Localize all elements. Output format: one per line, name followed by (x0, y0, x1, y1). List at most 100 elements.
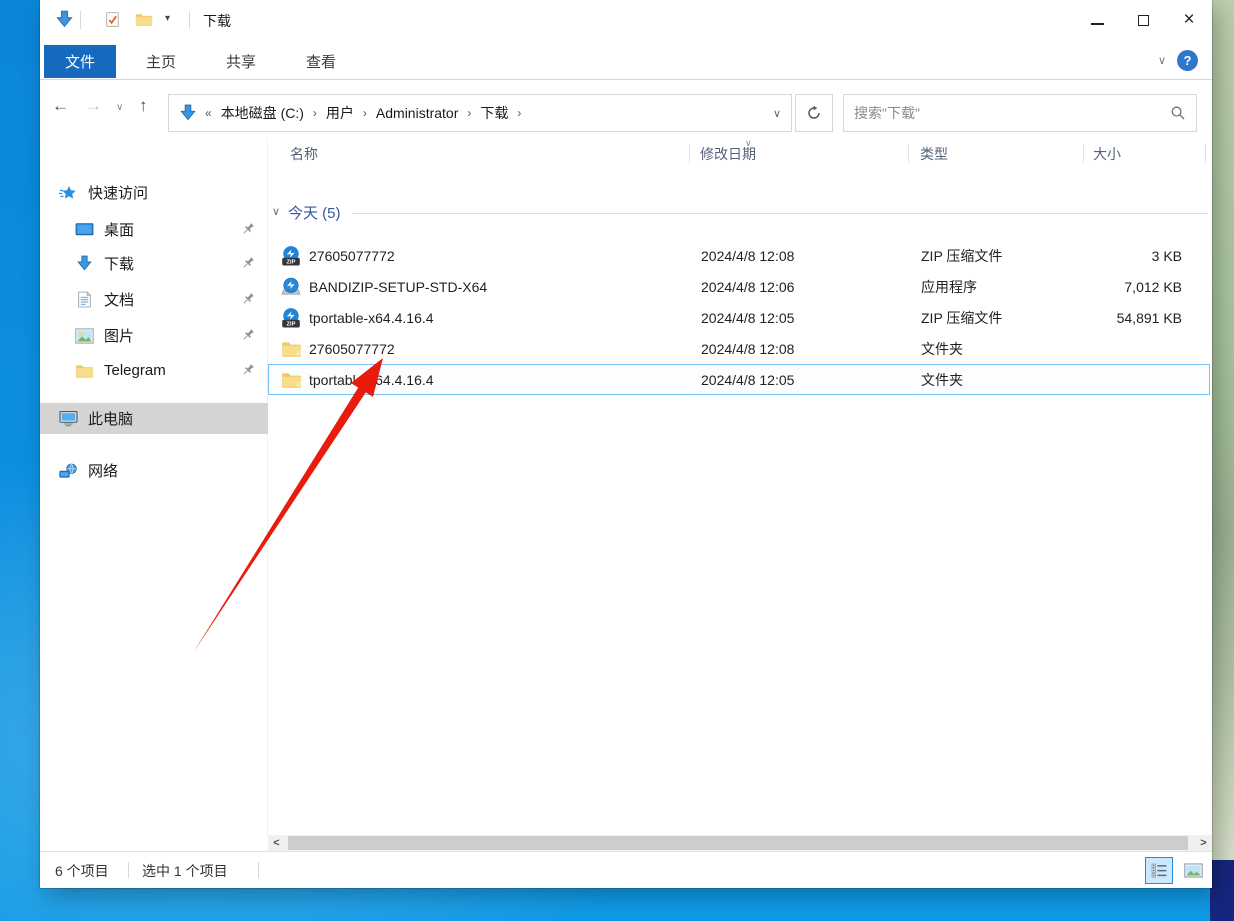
help-icon[interactable]: ? (1177, 50, 1198, 71)
search-box[interactable] (843, 94, 1197, 132)
sidebar-item-documents[interactable]: 文档 (40, 284, 268, 315)
breadcrumb-overflow-icon[interactable]: « (205, 106, 212, 120)
scroll-left-icon[interactable]: < (268, 835, 285, 851)
new-folder-icon[interactable] (134, 9, 154, 29)
file-name[interactable]: 27605077772 (309, 334, 687, 363)
breadcrumb-segment-drive[interactable]: 本地磁盘 (C:) (221, 103, 304, 123)
address-dropdown-icon[interactable]: ∨ (773, 107, 781, 120)
desktop-background: ▾ 下载 × 文件 主页 共享 查看 ∨ ? ← → ∨ ↑ (0, 0, 1234, 921)
sidebar-item-this-pc[interactable]: 此电脑 (40, 403, 268, 434)
column-separator[interactable] (1083, 144, 1084, 163)
desktop-wallpaper-strip (1210, 0, 1234, 860)
sidebar-label: 下载 (104, 253, 134, 274)
group-collapse-icon[interactable]: ∨ (272, 205, 280, 218)
sidebar-label: 此电脑 (88, 408, 133, 429)
desktop-icon (74, 221, 94, 239)
qat-dropdown-icon[interactable]: ▾ (165, 13, 170, 24)
column-separator[interactable] (689, 144, 690, 163)
ribbon-collapse-icon[interactable]: ∨ (1158, 54, 1166, 67)
sidebar-section-quick-access[interactable]: 快速访问 (40, 177, 268, 208)
thumbnail-view-button[interactable] (1179, 857, 1207, 884)
sidebar-item-downloads[interactable]: 下载 (40, 248, 268, 279)
tab-view[interactable]: 查看 (290, 46, 352, 77)
downloads-folder-icon (54, 9, 74, 29)
horizontal-scrollbar[interactable]: < > (268, 835, 1212, 851)
sidebar-item-pictures[interactable]: 图片 (40, 320, 268, 351)
breadcrumb-segment-administrator[interactable]: Administrator (376, 105, 458, 121)
pictures-icon (74, 327, 94, 345)
tab-home[interactable]: 主页 (130, 46, 192, 77)
navigation-pane: 快速访问 桌面 下载 (40, 138, 268, 835)
sidebar-item-telegram[interactable]: Telegram (40, 355, 268, 386)
maximize-button[interactable] (1120, 0, 1166, 40)
sort-descending-icon: ∨ (745, 138, 752, 149)
forward-icon: → (85, 96, 102, 116)
file-date: 2024/4/8 12:06 (701, 272, 901, 301)
document-icon (74, 291, 94, 309)
table-row-selected[interactable]: tportable-x64.4.16.4 2024/4/8 12:05 文件夹 (268, 364, 1210, 395)
history-dropdown-icon[interactable]: ∨ (116, 102, 123, 113)
toolbar-separator (80, 11, 81, 29)
file-type: 文件夹 (921, 365, 1081, 394)
details-view-icon (1151, 863, 1168, 878)
status-separator (128, 862, 129, 878)
breadcrumb-segment-downloads[interactable]: 下载 (480, 103, 508, 123)
sidebar-label: Telegram (104, 362, 166, 379)
folder-icon (280, 338, 302, 360)
search-input[interactable] (854, 105, 1170, 121)
search-icon (1170, 105, 1186, 121)
quick-access-star-icon (58, 184, 78, 202)
refresh-button[interactable] (795, 94, 833, 132)
close-button[interactable]: × (1166, 0, 1212, 40)
column-header-name[interactable]: 名称 (290, 140, 318, 168)
downloads-folder-icon (179, 104, 197, 122)
status-separator (258, 862, 259, 878)
details-view-button[interactable] (1145, 857, 1173, 884)
folder-icon (280, 369, 302, 391)
breadcrumb-separator[interactable]: › (517, 106, 521, 120)
file-date: 2024/4/8 12:08 (701, 241, 901, 270)
pin-icon (241, 256, 256, 271)
sidebar-label: 快速访问 (88, 182, 148, 203)
sidebar-item-network[interactable]: 网络 (40, 455, 268, 486)
group-label: 今天 (5) (288, 202, 341, 223)
scroll-right-icon[interactable]: > (1195, 835, 1212, 851)
file-date: 2024/4/8 12:05 (701, 365, 901, 394)
toolbar-separator (189, 11, 190, 29)
file-name[interactable]: BANDIZIP-SETUP-STD-X64 (309, 272, 687, 301)
items-count: 6 个项目 (55, 861, 109, 881)
back-icon[interactable]: ← (52, 96, 69, 116)
breadcrumb-separator[interactable]: › (363, 106, 367, 120)
column-separator[interactable] (908, 144, 909, 163)
pin-icon (241, 222, 256, 237)
table-row[interactable]: BANDIZIP-SETUP-STD-X64 2024/4/8 12:06 应用… (268, 271, 1210, 302)
file-size: 54,891 KB (1084, 303, 1194, 332)
navigation-bar: ← → ∨ ↑ « 本地磁盘 (C:) › 用户 › Administrator… (40, 81, 1212, 138)
tab-file[interactable]: 文件 (44, 45, 116, 78)
column-separator[interactable] (1205, 144, 1206, 163)
table-row[interactable]: ZIP tportable-x64.4.16.4 2024/4/8 12:05 … (268, 302, 1210, 333)
address-bar[interactable]: « 本地磁盘 (C:) › 用户 › Administrator › 下载 › … (168, 94, 792, 132)
properties-check-icon[interactable] (102, 9, 122, 29)
file-name[interactable]: tportable-x64.4.16.4 (309, 303, 687, 332)
file-name[interactable]: 27605077772 (309, 241, 687, 270)
file-name[interactable]: tportable-x64.4.16.4 (309, 365, 687, 394)
column-header-size[interactable]: 大小 (1093, 140, 1121, 168)
breadcrumb-separator[interactable]: › (313, 106, 317, 120)
table-row[interactable]: 27605077772 2024/4/8 12:08 文件夹 (268, 333, 1210, 364)
file-type: 应用程序 (921, 272, 1081, 301)
breadcrumb-segment-users[interactable]: 用户 (326, 103, 354, 123)
up-icon[interactable]: ↑ (139, 96, 148, 116)
group-header-today[interactable]: ∨ 今天 (5) (268, 200, 1212, 226)
breadcrumb-separator[interactable]: › (467, 106, 471, 120)
sidebar-label: 图片 (104, 325, 134, 346)
sidebar-item-desktop[interactable]: 桌面 (40, 214, 268, 245)
scrollbar-thumb[interactable] (288, 836, 1188, 850)
computer-icon (58, 410, 78, 428)
column-header-type[interactable]: 类型 (920, 140, 948, 168)
table-row[interactable]: ZIP 27605077772 2024/4/8 12:08 ZIP 压缩文件 … (268, 240, 1210, 271)
group-divider (352, 213, 1208, 214)
minimize-button[interactable] (1074, 0, 1120, 40)
title-bar[interactable]: ▾ 下载 × (40, 0, 1212, 42)
tab-share[interactable]: 共享 (210, 46, 272, 77)
